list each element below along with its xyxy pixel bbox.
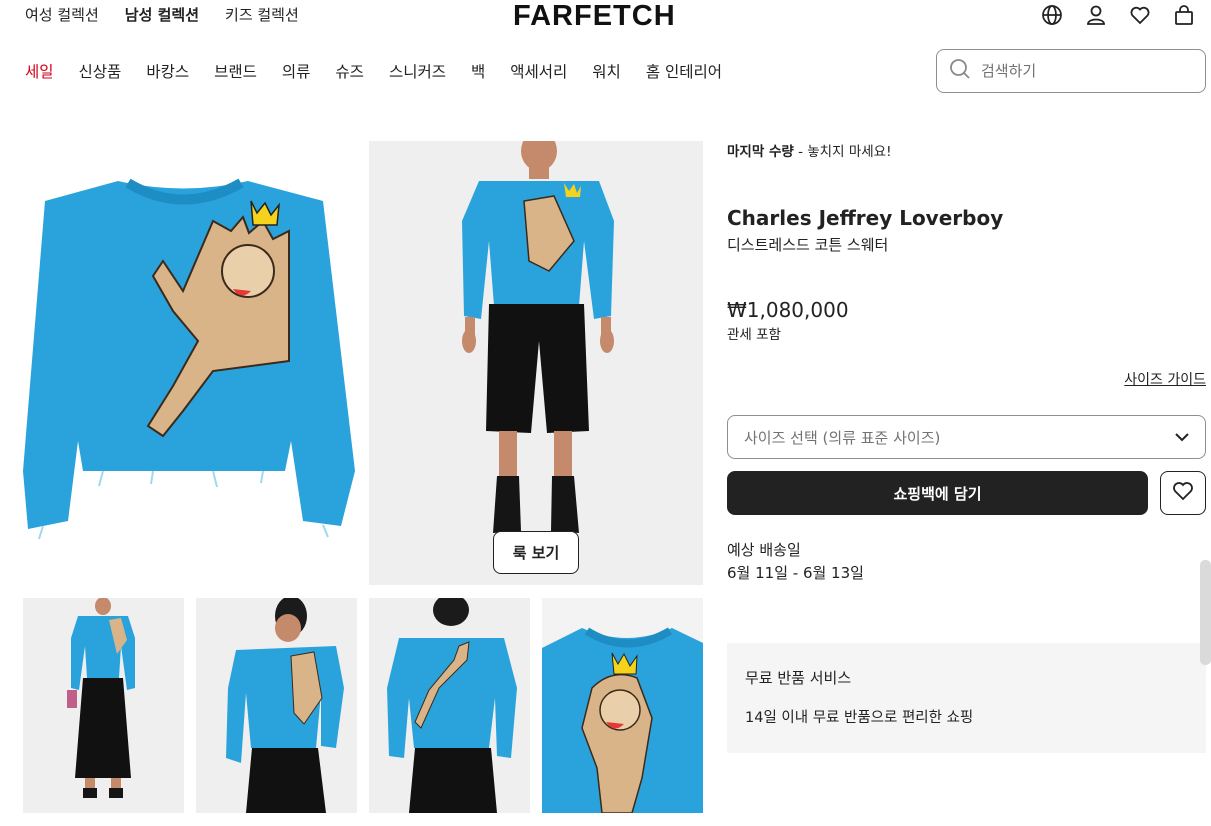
- category-shoes[interactable]: 슈즈: [335, 60, 364, 82]
- returns-description: 14일 이내 무료 반품으로 편리한 쇼핑: [745, 710, 974, 726]
- size-select-label: 사이즈 선택 (의류 표준 사이즈): [744, 428, 941, 447]
- search-box[interactable]: [936, 49, 1206, 93]
- delivery-label: 예상 배송일: [727, 541, 801, 559]
- heart-icon: [1172, 481, 1194, 505]
- gender-nav: 여성 컬렉션 남성 컬렉션 키즈 컬렉션: [25, 4, 299, 25]
- category-nav: 세일 신상품 바캉스 브랜드 의류 슈즈 스니커즈 백 액세서리 워치 홈 인테…: [25, 60, 722, 82]
- category-clothing[interactable]: 의류: [282, 60, 311, 82]
- search-icon: [949, 58, 971, 84]
- category-brands[interactable]: 브랜드: [214, 60, 257, 82]
- tax-note: 관세 포함: [727, 327, 781, 343]
- gender-tab-kids[interactable]: 키즈 컬렉션: [225, 4, 299, 25]
- urgency-message: 마지막 수량 - 놓치지 마세요!: [727, 140, 892, 160]
- urgency-label: 마지막 수량: [727, 144, 794, 160]
- returns-title: 무료 반품 서비스: [745, 669, 852, 687]
- add-to-bag-button[interactable]: 쇼핑백에 담기: [727, 471, 1148, 515]
- product-thumbnail[interactable]: [542, 598, 703, 813]
- delivery-date: 6월 11일 - 6월 13일: [727, 564, 864, 582]
- utility-icons: [1041, 4, 1195, 26]
- page-scrollbar[interactable]: [1200, 560, 1211, 665]
- product-brand[interactable]: Charles Jeffrey Loverboy: [727, 206, 1003, 230]
- add-to-wishlist-button[interactable]: [1160, 471, 1206, 515]
- shopping-bag-icon[interactable]: [1173, 4, 1195, 26]
- product-thumbnail[interactable]: [369, 598, 530, 813]
- gender-tab-women[interactable]: 여성 컬렉션: [25, 4, 99, 25]
- product-name: 디스트레스드 코튼 스웨터: [727, 236, 889, 254]
- wishlist-icon[interactable]: [1129, 4, 1151, 26]
- category-accessories[interactable]: 액세서리: [510, 60, 567, 82]
- category-vacation[interactable]: 바캉스: [146, 60, 189, 82]
- size-guide-link[interactable]: 사이즈 가이드: [1124, 369, 1206, 389]
- search-input[interactable]: [981, 62, 1181, 80]
- category-new-in[interactable]: 신상품: [79, 60, 122, 82]
- free-returns-box: 무료 반품 서비스 14일 이내 무료 반품으로 편리한 쇼핑: [727, 643, 1206, 753]
- category-watches[interactable]: 워치: [592, 60, 621, 82]
- product-thumbnail[interactable]: [196, 598, 357, 813]
- category-bags[interactable]: 백: [471, 60, 485, 82]
- product-image-model[interactable]: [369, 141, 703, 585]
- account-icon[interactable]: [1085, 4, 1107, 26]
- category-home[interactable]: 홈 인테리어: [646, 60, 722, 82]
- category-sneakers[interactable]: 스니커즈: [389, 60, 446, 82]
- category-sale[interactable]: 세일: [25, 60, 54, 82]
- product-price: ₩1,080,000: [727, 298, 849, 322]
- product-image-main[interactable]: [23, 141, 357, 585]
- view-look-button[interactable]: 룩 보기: [493, 531, 579, 574]
- size-select-dropdown[interactable]: 사이즈 선택 (의류 표준 사이즈): [727, 415, 1206, 459]
- globe-icon[interactable]: [1041, 4, 1063, 26]
- gender-tab-men[interactable]: 남성 컬렉션: [125, 4, 199, 25]
- product-thumbnail[interactable]: [23, 598, 184, 813]
- site-logo[interactable]: FARFETCH: [513, 0, 676, 33]
- urgency-text: - 놓치지 마세요!: [793, 144, 892, 160]
- chevron-down-icon: [1175, 428, 1189, 446]
